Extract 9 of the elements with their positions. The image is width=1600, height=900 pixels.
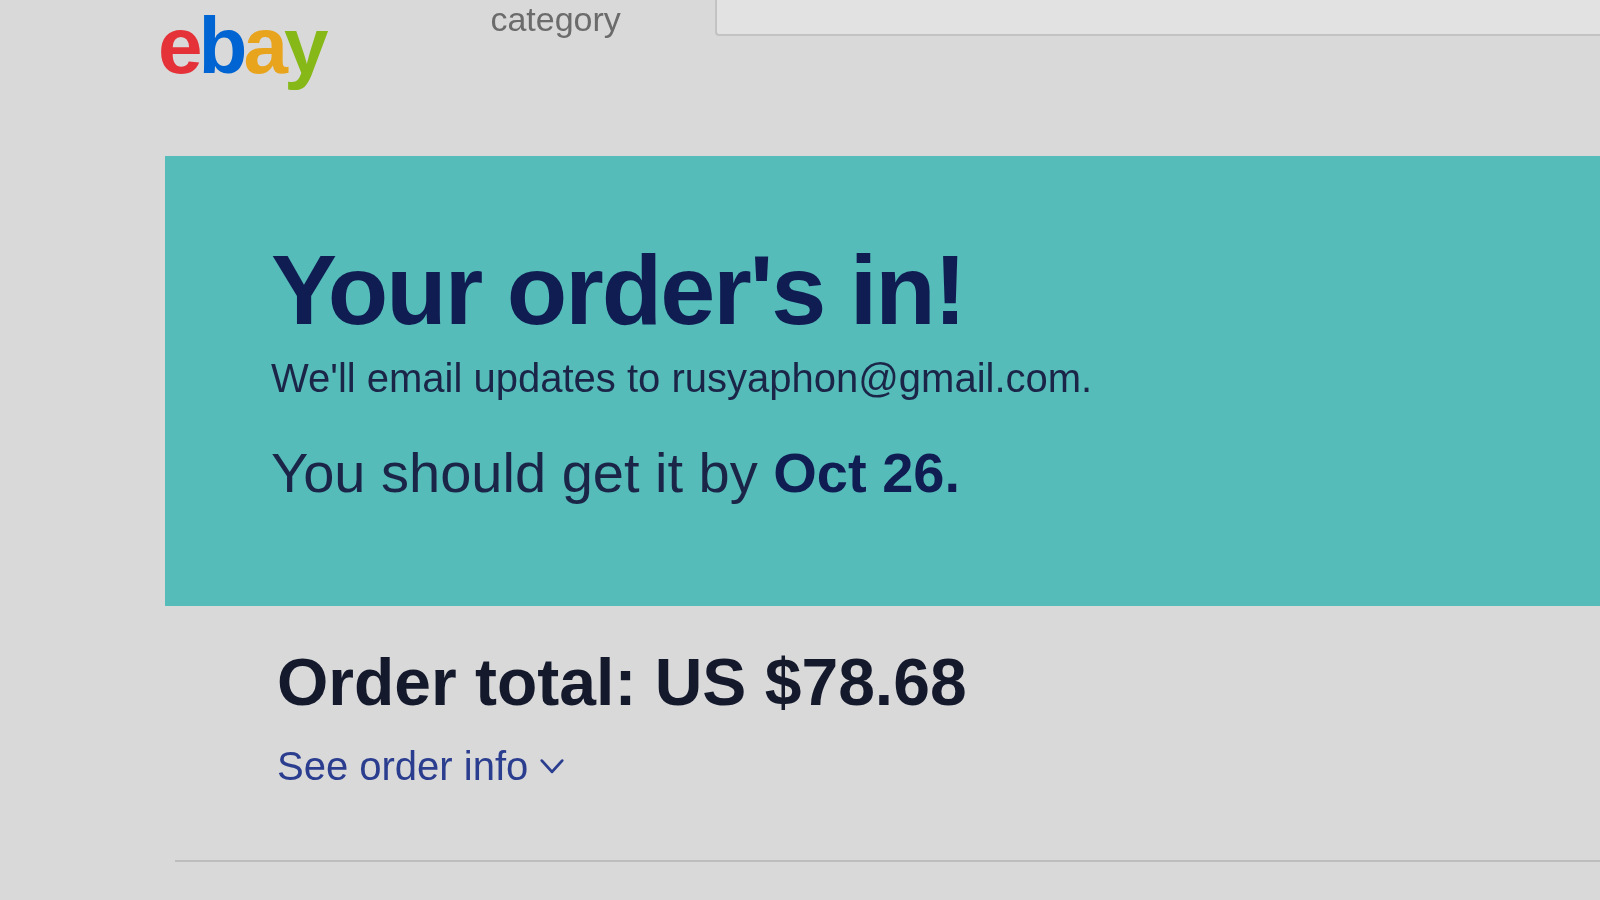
search-field[interactable]	[714, 0, 1600, 36]
email-note: We'll email updates to rusyaphon@gmail.com.	[271, 355, 1094, 402]
chevron-icon	[540, 758, 565, 774]
delivery-note: You should get it by Oct 26.	[271, 440, 962, 506]
category-label[interactable]: category	[490, 0, 621, 38]
see-order-info-link[interactable]: See order info	[277, 742, 565, 790]
ebay-logo[interactable]: ebay	[158, 0, 331, 92]
order-total: Order total: US $78.68	[277, 644, 968, 720]
banner-title: Your order's in!	[271, 236, 966, 344]
